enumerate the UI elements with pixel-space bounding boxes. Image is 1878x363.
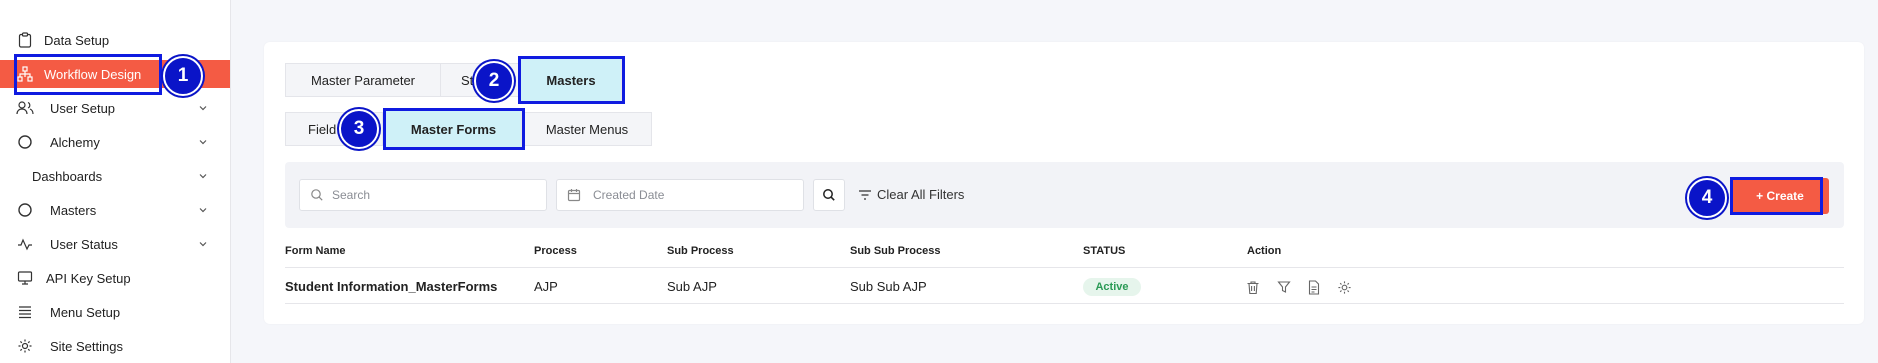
cell-process: AJP — [534, 279, 558, 294]
tab-masters[interactable]: Masters — [520, 58, 622, 102]
tab-master-menus[interactable]: Master Menus — [522, 112, 652, 146]
column-header-sub-sub-process: Sub Sub Process — [850, 245, 941, 257]
sidebar-item-masters[interactable]: Masters — [0, 196, 230, 224]
users-icon — [16, 99, 34, 117]
chevron-down-icon — [199, 174, 207, 179]
tab-master-parameter[interactable]: Master Parameter — [285, 63, 441, 97]
chevron-down-icon — [199, 140, 207, 145]
top-strip — [231, 0, 1878, 12]
sidebar-item-menu-setup[interactable]: Menu Setup — [0, 298, 230, 326]
chevron-down-icon — [199, 106, 207, 111]
column-header-process: Process — [534, 245, 577, 257]
clear-all-filters-label: Clear All Filters — [877, 187, 965, 202]
search-placeholder: Search — [332, 188, 371, 202]
sidebar-item-user-setup[interactable]: User Setup — [0, 94, 230, 122]
activity-icon — [16, 235, 34, 253]
sidebar-item-label: User Setup — [50, 100, 116, 116]
circle-icon — [16, 133, 34, 151]
sidebar-item-label: Masters — [50, 202, 97, 218]
sidebar-item-label: Data Setup — [44, 32, 110, 48]
list-icon — [16, 303, 34, 321]
clear-all-filters-button[interactable]: Clear All Filters — [858, 187, 964, 202]
table-header-divider — [285, 267, 1844, 268]
sidebar-item-api-key-setup[interactable]: API Key Setup — [0, 264, 230, 292]
sidebar-item-alchemy[interactable]: Alchemy — [0, 128, 230, 156]
gear-icon — [16, 337, 34, 355]
sidebar-item-label: Workflow Design — [44, 66, 142, 82]
calendar-icon — [567, 188, 581, 202]
delete-icon[interactable] — [1244, 278, 1262, 296]
annotation-badge-1: 1 — [163, 56, 203, 96]
column-header-action: Action — [1247, 245, 1282, 257]
search-icon — [823, 189, 835, 201]
search-button[interactable] — [813, 179, 845, 211]
sidebar-item-label: Menu Setup — [50, 304, 121, 320]
sidebar-item-label: API Key Setup — [46, 270, 131, 286]
tab-master-forms[interactable]: Master Forms — [385, 110, 522, 148]
column-header-status: STATUS — [1083, 245, 1126, 257]
sitemap-icon — [16, 65, 34, 83]
sidebar-item-label: Alchemy — [50, 134, 100, 150]
sidebar-item-site-settings[interactable]: Site Settings — [0, 332, 230, 360]
chevron-down-icon — [199, 208, 207, 213]
search-input[interactable]: Search — [299, 179, 547, 211]
sidebar-item-dashboards[interactable]: Dashboards — [0, 162, 230, 190]
sidebar-item-label: Dashboards — [32, 168, 103, 184]
table-row-divider — [285, 303, 1844, 304]
status-badge: Active — [1083, 278, 1141, 296]
settings-icon[interactable] — [1335, 278, 1353, 296]
create-button[interactable]: + Create — [1731, 178, 1829, 214]
column-header-sub-process: Sub Process — [667, 245, 734, 257]
cell-form-name: Student Information_MasterForms — [285, 279, 498, 294]
annotation-badge-4: 4 — [1687, 178, 1727, 218]
created-date-input[interactable]: Created Date — [556, 179, 804, 211]
created-date-placeholder: Created Date — [593, 188, 665, 202]
chevron-down-icon — [199, 242, 207, 247]
sidebar-item-data-setup[interactable]: Data Setup — [0, 26, 230, 54]
annotation-badge-3: 3 — [339, 109, 379, 149]
search-icon — [310, 188, 324, 202]
annotation-badge-2: 2 — [474, 61, 514, 101]
column-header-form-name: Form Name — [285, 245, 346, 257]
sidebar: Data Setup Workflow Design User Setup Al… — [0, 0, 231, 363]
filter-icon[interactable] — [1275, 278, 1293, 296]
cell-sub-sub-process: Sub Sub AJP — [850, 279, 927, 294]
sidebar-item-label: Site Settings — [50, 338, 123, 354]
cell-sub-process: Sub AJP — [667, 279, 717, 294]
filter-lines-icon — [859, 189, 871, 200]
sidebar-item-user-status[interactable]: User Status — [0, 230, 230, 258]
sidebar-item-label: User Status — [50, 236, 118, 252]
circle-icon — [16, 201, 34, 219]
clipboard-icon — [16, 31, 34, 49]
document-icon[interactable] — [1305, 278, 1323, 296]
monitor-icon — [16, 269, 34, 287]
